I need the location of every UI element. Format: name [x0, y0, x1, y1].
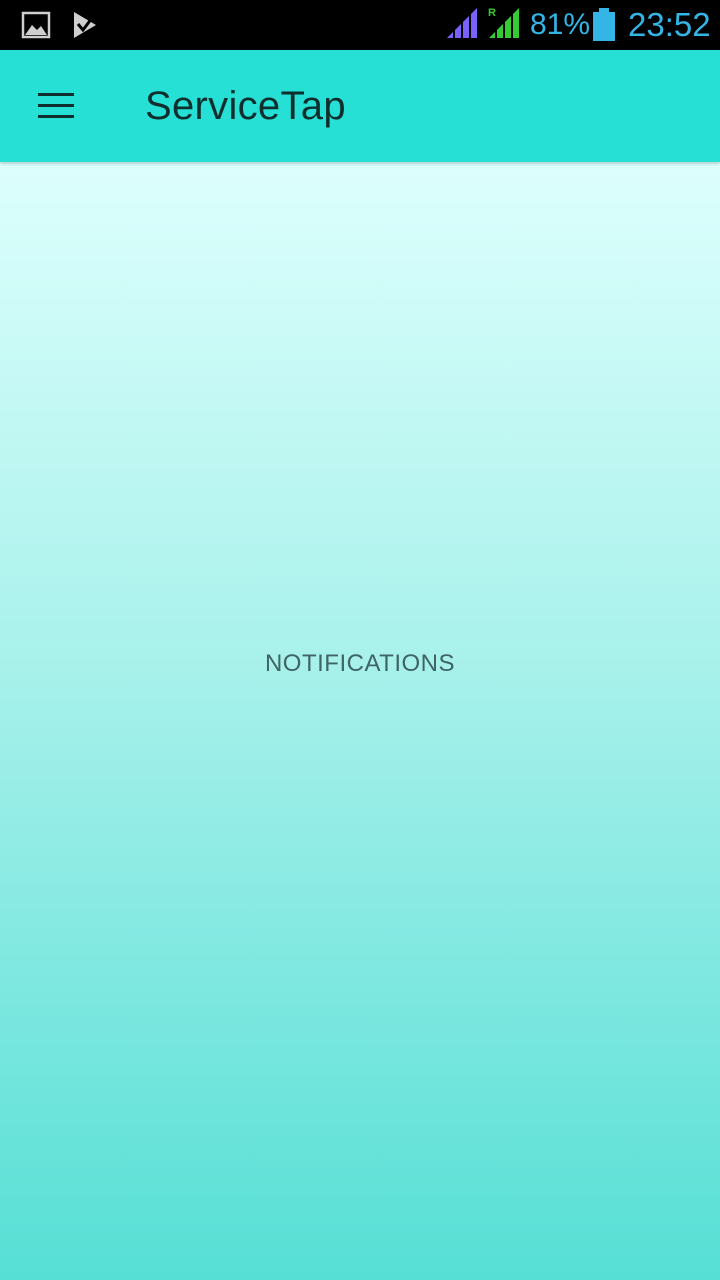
battery-icon [593, 8, 615, 41]
hamburger-menu-icon [38, 93, 74, 118]
roaming-signal-icon: R [488, 7, 519, 38]
status-bar: R 81% 23:52 [0, 0, 720, 50]
roaming-indicator: R [488, 7, 496, 19]
signal-icon [447, 8, 477, 38]
main-content: NOTIFICATIONS [0, 162, 720, 1280]
app-toolbar: ServiceTap [0, 50, 720, 162]
battery-percent: 81% [530, 8, 591, 41]
app-title: ServiceTap [145, 84, 346, 128]
notifications-label: NOTIFICATIONS [264, 650, 456, 677]
gallery-icon [21, 11, 51, 39]
task-done-icon [74, 12, 96, 38]
hamburger-menu-button[interactable] [24, 78, 88, 134]
clock-time: 23:52 [628, 6, 711, 43]
